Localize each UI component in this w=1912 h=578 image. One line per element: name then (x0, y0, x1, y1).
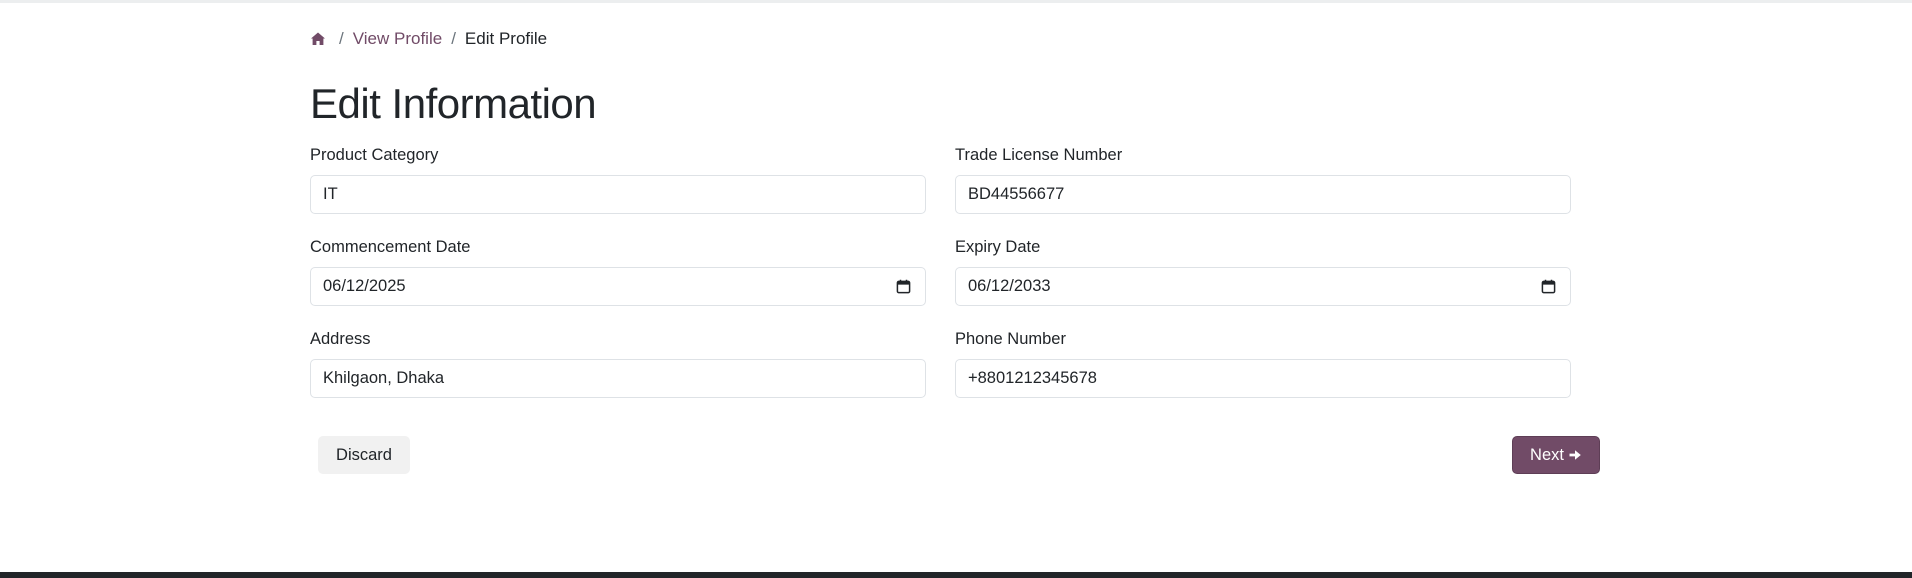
product-category-label: Product Category (310, 146, 439, 164)
page-title: Edit Information (310, 80, 597, 127)
top-divider (0, 0, 1912, 3)
commencement-date-input[interactable]: 06/12/2025 (310, 267, 926, 306)
commencement-date-value: 06/12/2025 (323, 277, 406, 295)
expiry-date-field: Expiry Date 06/12/2033 (955, 237, 1571, 306)
product-category-field: Product Category IT (310, 145, 926, 214)
commencement-date-label: Commencement Date (310, 238, 471, 256)
next-button[interactable]: Next (1512, 436, 1600, 474)
calendar-icon[interactable] (896, 279, 911, 294)
address-label: Address (310, 330, 371, 348)
address-input[interactable]: Khilgaon, Dhaka (310, 359, 926, 398)
breadcrumb-separator: / (339, 29, 344, 48)
breadcrumb: / View Profile / Edit Profile (310, 29, 547, 49)
commencement-date-field: Commencement Date 06/12/2025 (310, 237, 926, 306)
trade-license-field: Trade License Number BD44556677 (955, 145, 1571, 214)
footer-bar (0, 572, 1912, 578)
trade-license-label: Trade License Number (955, 146, 1123, 164)
address-field: Address Khilgaon, Dhaka (310, 329, 926, 398)
phone-number-input[interactable]: +8801212345678 (955, 359, 1571, 398)
home-icon[interactable] (310, 31, 326, 47)
breadcrumb-current: Edit Profile (464, 29, 548, 48)
arrow-right-icon (1568, 448, 1582, 462)
address-value: Khilgaon, Dhaka (323, 369, 445, 387)
discard-button[interactable]: Discard (318, 436, 410, 474)
trade-license-input[interactable]: BD44556677 (955, 175, 1571, 214)
product-category-value: IT (323, 185, 338, 203)
breadcrumb-view-profile-link[interactable]: View Profile (353, 29, 442, 49)
trade-license-value: BD44556677 (968, 185, 1065, 203)
phone-number-field: Phone Number +8801212345678 (955, 329, 1571, 398)
product-category-input[interactable]: IT (310, 175, 926, 214)
phone-number-value: +8801212345678 (968, 369, 1097, 387)
expiry-date-value: 06/12/2033 (968, 277, 1051, 295)
expiry-date-input[interactable]: 06/12/2033 (955, 267, 1571, 306)
calendar-icon[interactable] (1541, 279, 1556, 294)
phone-number-label: Phone Number (955, 330, 1066, 348)
expiry-date-label: Expiry Date (955, 238, 1041, 256)
next-button-label: Next (1530, 445, 1564, 464)
discard-button-label: Discard (336, 445, 392, 464)
breadcrumb-separator: / (451, 29, 456, 48)
